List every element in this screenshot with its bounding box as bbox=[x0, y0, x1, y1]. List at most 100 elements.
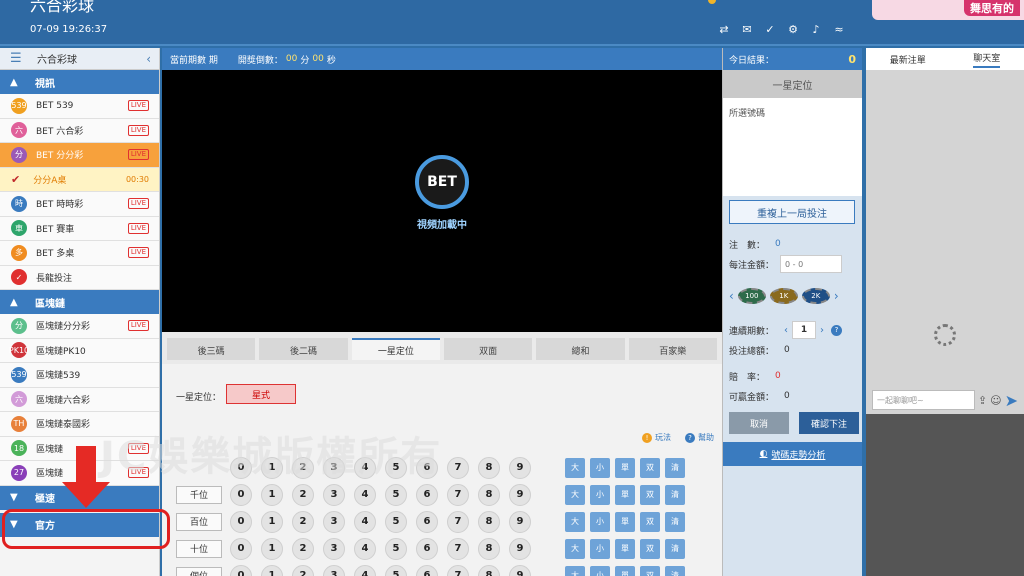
number-ball[interactable]: 0 bbox=[230, 510, 252, 533]
video-item[interactable]: ✓ 長龍投注 bbox=[0, 265, 159, 290]
quick-select-button[interactable]: 双 bbox=[640, 457, 660, 478]
live-video[interactable]: BET 視頻加載中 bbox=[162, 70, 722, 332]
number-ball[interactable]: 1 bbox=[261, 564, 283, 576]
quick-select-button[interactable]: 清 bbox=[665, 511, 685, 532]
tab-play-4[interactable]: 總和 bbox=[536, 338, 625, 360]
number-ball[interactable]: 0 bbox=[230, 537, 252, 560]
number-ball[interactable]: 4 bbox=[354, 510, 376, 533]
chase-stepper[interactable]: ‹ 1 › ? bbox=[780, 321, 843, 339]
number-ball[interactable]: 7 bbox=[447, 483, 469, 506]
video-item[interactable]: 539 BET 539 LIVE bbox=[0, 94, 159, 119]
number-ball[interactable]: 9 bbox=[509, 456, 531, 479]
chase-value[interactable]: 1 bbox=[792, 321, 817, 339]
quick-select-button[interactable]: 小 bbox=[590, 565, 610, 576]
tab-play-1[interactable]: 後二碼 bbox=[259, 338, 348, 360]
tab-play-0[interactable]: 後三碼 bbox=[167, 338, 256, 360]
quick-select-button[interactable]: 小 bbox=[590, 511, 610, 532]
chip-2k[interactable]: 2K bbox=[801, 288, 830, 304]
section-video[interactable]: ▲ 視訊 bbox=[0, 70, 159, 94]
chip-100[interactable]: 100 bbox=[737, 288, 766, 304]
number-ball[interactable]: 9 bbox=[509, 537, 531, 560]
number-ball[interactable]: 5 bbox=[385, 483, 407, 506]
chevron-left-icon[interactable]: ‹ bbox=[729, 289, 734, 303]
chain-item[interactable]: 分區塊鏈分分彩 LIVE bbox=[0, 314, 159, 339]
quick-select-button[interactable]: 清 bbox=[665, 457, 685, 478]
chain-item[interactable]: 539 區塊鏈539 bbox=[0, 363, 159, 388]
chevron-right-icon[interactable]: › bbox=[834, 289, 839, 303]
repeat-last-bet-button[interactable]: 重複上一局投注 bbox=[729, 200, 855, 224]
gear-icon[interactable]: ⚙ bbox=[787, 24, 799, 36]
number-ball[interactable]: 7 bbox=[447, 564, 469, 576]
rule-link[interactable]: ! 玩法 bbox=[642, 432, 671, 443]
number-ball[interactable]: 1 bbox=[261, 537, 283, 560]
increase-icon[interactable]: › bbox=[816, 321, 828, 339]
number-ball[interactable]: 8 bbox=[478, 510, 500, 533]
trend-analysis-link[interactable]: ◐ 號碼走勢分析 bbox=[723, 442, 862, 466]
quick-select-button[interactable]: 單 bbox=[615, 457, 635, 478]
quick-select-button[interactable]: 双 bbox=[640, 565, 660, 576]
amount-input[interactable]: 0 - 0 bbox=[780, 255, 843, 273]
number-ball[interactable]: 1 bbox=[261, 510, 283, 533]
decrease-icon[interactable]: ‹ bbox=[780, 321, 792, 339]
number-ball[interactable]: 0 bbox=[230, 483, 252, 506]
number-ball[interactable]: 3 bbox=[323, 483, 345, 506]
number-ball[interactable]: 7 bbox=[447, 456, 469, 479]
question-icon[interactable]: ? bbox=[831, 324, 843, 336]
quick-select-button[interactable]: 双 bbox=[640, 484, 660, 505]
cancel-button[interactable]: 取消 bbox=[729, 412, 789, 434]
quick-select-button[interactable]: 大 bbox=[565, 484, 585, 505]
confirm-bet-button[interactable]: 確認下注 bbox=[799, 412, 859, 434]
video-item[interactable]: 車 BET 賽車 LIVE bbox=[0, 216, 159, 241]
number-ball[interactable]: 4 bbox=[354, 537, 376, 560]
video-item[interactable]: 六 BET 六合彩 LIVE bbox=[0, 118, 159, 143]
quick-select-button[interactable]: 單 bbox=[615, 484, 635, 505]
quick-select-button[interactable]: 清 bbox=[665, 565, 685, 576]
chain-item[interactable]: PK10 區塊鏈PK10 bbox=[0, 338, 159, 363]
quick-select-button[interactable]: 單 bbox=[615, 538, 635, 559]
tab-play-5[interactable]: 百家樂 bbox=[628, 338, 717, 360]
video-item[interactable]: 多 BET 多桌 LIVE bbox=[0, 241, 159, 266]
number-ball[interactable]: 2 bbox=[292, 510, 314, 533]
number-ball[interactable]: 1 bbox=[261, 483, 283, 506]
number-ball[interactable]: 6 bbox=[416, 510, 438, 533]
number-ball[interactable]: 8 bbox=[478, 564, 500, 576]
number-ball[interactable]: 9 bbox=[509, 483, 531, 506]
sound-icon[interactable]: ♪ bbox=[810, 24, 822, 36]
exchange-icon[interactable]: ⇄ bbox=[718, 24, 730, 36]
quick-select-button[interactable]: 双 bbox=[640, 538, 660, 559]
mail-icon[interactable]: ✉ bbox=[741, 24, 753, 36]
quick-select-button[interactable]: 大 bbox=[565, 538, 585, 559]
number-ball[interactable]: 5 bbox=[385, 564, 407, 576]
sub-table-item[interactable]: ✔ 分分A桌 00:30 bbox=[0, 167, 159, 192]
collapse-icon[interactable]: ‹ bbox=[146, 52, 151, 66]
number-ball[interactable]: 7 bbox=[447, 537, 469, 560]
number-ball[interactable]: 4 bbox=[354, 564, 376, 576]
quick-select-button[interactable]: 小 bbox=[590, 538, 610, 559]
promo-banner[interactable]: 舞思有的 bbox=[872, 0, 1024, 20]
number-ball[interactable]: 4 bbox=[354, 483, 376, 506]
number-ball[interactable]: 9 bbox=[509, 510, 531, 533]
number-ball[interactable]: 6 bbox=[416, 564, 438, 576]
quick-select-button[interactable]: 大 bbox=[565, 565, 585, 576]
number-ball[interactable]: 8 bbox=[478, 537, 500, 560]
quick-select-button[interactable]: 双 bbox=[640, 511, 660, 532]
quick-select-button[interactable]: 單 bbox=[615, 511, 635, 532]
number-ball[interactable]: 6 bbox=[416, 537, 438, 560]
tab-play-3[interactable]: 双面 bbox=[443, 338, 533, 360]
number-ball[interactable]: 3 bbox=[323, 564, 345, 576]
quick-select-button[interactable]: 單 bbox=[615, 565, 635, 576]
number-ball[interactable]: 5 bbox=[385, 537, 407, 560]
tab-play-2[interactable]: 一星定位 bbox=[351, 338, 440, 360]
number-ball[interactable]: 3 bbox=[323, 537, 345, 560]
section-blockchain[interactable]: ▲ 區塊鏈 bbox=[0, 290, 159, 314]
video-item[interactable]: 時 BET 時時彩 LIVE bbox=[0, 192, 159, 217]
brand-logo[interactable]: 六合彩球 bbox=[30, 0, 94, 16]
quick-select-button[interactable]: 大 bbox=[565, 457, 585, 478]
number-ball[interactable]: 2 bbox=[292, 564, 314, 576]
wifi-icon[interactable]: ≈ bbox=[833, 24, 845, 36]
menu-icon[interactable]: ☰ bbox=[10, 51, 23, 66]
share-icon[interactable]: ⇪ bbox=[978, 394, 987, 407]
chip-1k[interactable]: 1K bbox=[769, 288, 798, 304]
number-ball[interactable]: 5 bbox=[385, 510, 407, 533]
number-ball[interactable]: 8 bbox=[478, 483, 500, 506]
